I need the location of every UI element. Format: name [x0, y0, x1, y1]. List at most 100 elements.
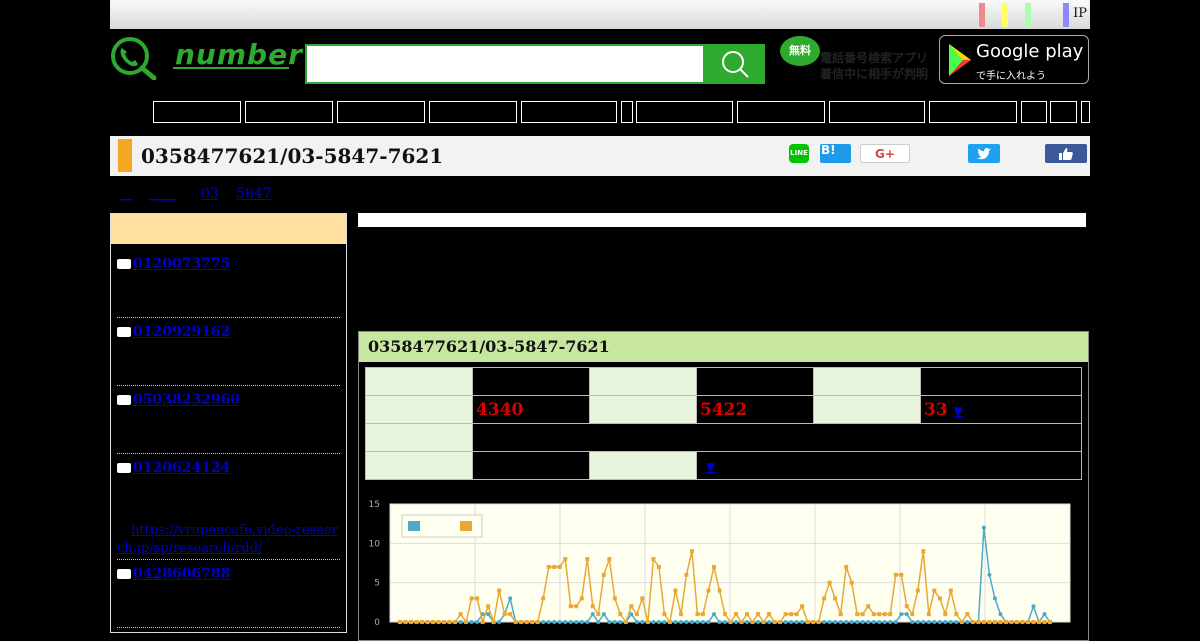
data-point — [1031, 604, 1036, 609]
search-icon — [722, 51, 749, 78]
ad-banner[interactable] — [358, 213, 1086, 227]
data-point — [678, 620, 683, 624]
legend-swatch — [408, 521, 420, 531]
nav-button-2[interactable] — [245, 101, 333, 123]
data-point — [1014, 620, 1019, 624]
gplus-share-button[interactable]: G+ — [860, 144, 910, 163]
nav-button-10[interactable] — [929, 101, 1017, 123]
twitter-icon — [977, 148, 991, 160]
google-play-button[interactable]: Google play で手に入れよう — [939, 35, 1089, 84]
y-tick-label: 15 — [369, 500, 380, 510]
data-point — [673, 588, 678, 593]
data-point — [844, 564, 849, 569]
data-point — [409, 620, 414, 624]
data-point — [877, 620, 882, 624]
data-point — [695, 620, 700, 624]
stat-value-3-cell: 33 ▼ — [920, 395, 1082, 424]
divider — [117, 559, 340, 560]
nav-button-9[interactable] — [829, 101, 925, 123]
data-point — [822, 596, 827, 601]
data-point — [579, 620, 584, 624]
data-point — [398, 620, 402, 624]
expand-arrow[interactable]: ▼ — [954, 404, 963, 418]
breadcrumb-code[interactable]: 03 — [201, 186, 219, 202]
data-point — [921, 620, 926, 624]
data-point — [723, 620, 727, 624]
sidebar-item[interactable]: 0120624124 — [117, 460, 230, 476]
breadcrumb-home[interactable]: __ — [119, 186, 133, 202]
facebook-share-button[interactable] — [1045, 144, 1087, 163]
table-label-cell — [589, 395, 697, 424]
data-point — [833, 620, 838, 624]
data-point — [987, 572, 992, 577]
sidebar-item-number: 05038232960 — [133, 392, 241, 408]
data-point — [645, 620, 650, 624]
data-point — [519, 620, 524, 624]
data-point — [756, 620, 761, 624]
data-point — [618, 612, 623, 617]
data-point — [734, 620, 739, 624]
data-point — [684, 620, 689, 624]
data-point — [800, 604, 805, 609]
table-row — [365, 367, 1082, 396]
data-point — [992, 596, 997, 601]
data-point — [838, 620, 843, 624]
data-point — [750, 620, 755, 624]
nav-button-13[interactable] — [1081, 101, 1090, 123]
data-point — [827, 580, 832, 585]
data-point — [541, 596, 546, 601]
nav-button-4[interactable] — [429, 101, 517, 123]
ip-label[interactable]: IP — [1073, 6, 1087, 21]
nav-button-11[interactable] — [1021, 101, 1047, 123]
stat-value-1: 4340 — [472, 395, 590, 424]
data-point — [629, 604, 634, 609]
data-point — [816, 620, 821, 624]
play-store-icon — [949, 44, 971, 76]
data-point — [475, 620, 480, 624]
divider — [117, 385, 340, 386]
data-point — [590, 612, 595, 617]
nav-button-8[interactable] — [737, 101, 825, 123]
twitter-share-button[interactable] — [968, 144, 1000, 163]
research-link[interactable]: https://vrupencafe.video-research.jp/sp/… — [117, 522, 342, 558]
table-label-cell — [365, 395, 473, 424]
search-input[interactable] — [305, 44, 705, 84]
hatena-share-button[interactable]: B! — [820, 144, 851, 163]
nav-button-6[interactable] — [621, 101, 633, 123]
comment-icon — [117, 569, 131, 579]
data-point — [877, 612, 882, 617]
expand-arrow[interactable]: ▼ — [706, 460, 715, 474]
data-point — [634, 612, 639, 617]
divider — [117, 317, 340, 318]
data-point — [546, 620, 551, 624]
data-point — [926, 620, 931, 624]
data-point — [568, 620, 573, 624]
sidebar-item[interactable]: 0120929162 — [117, 324, 230, 340]
data-point — [855, 612, 860, 617]
app-promo-text[interactable]: 電話番号検索アプリ 着信中に相手が判明 — [820, 50, 928, 82]
free-badge[interactable]: 無料 — [780, 36, 820, 66]
data-point — [557, 620, 562, 624]
phone-magnifier-icon[interactable] — [108, 36, 158, 80]
nav-button-5[interactable] — [521, 101, 617, 123]
title-accent — [118, 139, 132, 172]
page-title-bar: 0358477621/03-5847-7621 — [110, 136, 1090, 176]
nav-button-7[interactable] — [636, 101, 733, 123]
nav-button-1[interactable] — [153, 101, 241, 123]
data-point — [563, 620, 568, 624]
breadcrumb-prefix[interactable]: 5847 — [236, 186, 272, 202]
data-point — [640, 596, 645, 601]
sidebar-item[interactable]: 0120073775 — [117, 256, 230, 272]
data-point — [535, 620, 540, 624]
nav-button-12[interactable] — [1050, 101, 1077, 123]
search-button[interactable] — [705, 44, 765, 84]
breadcrumb-area[interactable]: ____ — [149, 186, 177, 202]
nav-button-3[interactable] — [337, 101, 425, 123]
sidebar-item[interactable]: 05038232960 — [117, 392, 240, 408]
line-share-button[interactable]: LINE — [789, 144, 809, 163]
data-point — [959, 620, 964, 624]
data-point — [684, 572, 689, 577]
data-point — [904, 612, 909, 617]
data-point — [981, 525, 986, 530]
sidebar-item[interactable]: 0428606788 — [117, 566, 230, 582]
